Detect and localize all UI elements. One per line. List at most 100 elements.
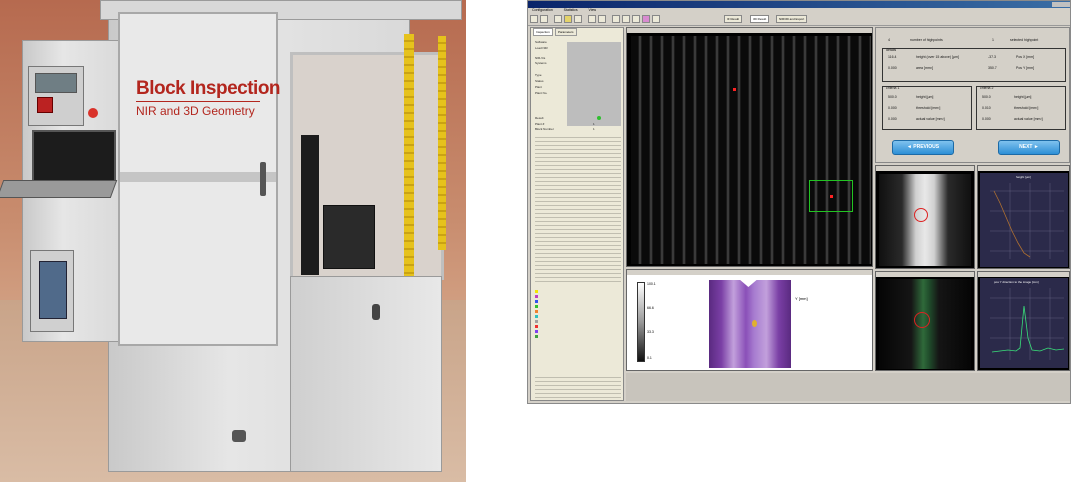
- menu-view[interactable]: View: [589, 8, 597, 12]
- legend-swatch: [535, 310, 538, 313]
- inspection-chamber: [290, 52, 444, 280]
- legend-swatch: [535, 330, 538, 333]
- settings-icon[interactable]: [652, 15, 660, 23]
- details-title: details: [886, 48, 897, 52]
- grid-icon[interactable]: [588, 15, 596, 23]
- result-value: 1: [593, 127, 595, 131]
- height-graph-pane[interactable]: height [µm]: [977, 165, 1070, 269]
- color-icon[interactable]: [642, 15, 650, 23]
- nir-block-image: [709, 280, 791, 368]
- caster-wheel: [232, 430, 246, 442]
- scan-view-header: [627, 28, 872, 33]
- light-curtain-left: [404, 34, 414, 284]
- result-ok-indicator: [597, 116, 601, 120]
- criteria-2-actual-value: 0.000: [982, 117, 991, 121]
- brand-title: Block Inspection: [136, 78, 281, 99]
- criteria-1-title: criteria 1: [886, 86, 900, 90]
- pos-y-graph-header: [978, 272, 1069, 277]
- scan-view-pane[interactable]: [626, 27, 873, 267]
- tab-nir-3d-export[interactable]: NIR/3D and Export: [776, 15, 808, 23]
- pos-y-graph-title: pos Y direction to the image [mm]: [994, 280, 1039, 284]
- legend-swatch: [535, 300, 538, 303]
- legend-swatch: [535, 295, 538, 298]
- selected-highpoint-value[interactable]: 1: [992, 38, 994, 43]
- selected-highpoint-box[interactable]: [809, 180, 853, 212]
- selected-highpoint-label: selected highpoint: [1010, 38, 1039, 42]
- camera-icon[interactable]: [554, 15, 562, 23]
- nir-view-header: [627, 270, 872, 275]
- tab-parameters[interactable]: Parameters: [555, 28, 577, 36]
- pan-icon[interactable]: [632, 15, 640, 23]
- height-graph-header: [978, 166, 1069, 171]
- pos-x-value: -37.3: [988, 55, 996, 59]
- nir-view-pane[interactable]: 100.1 66.6 33.3 0.1 Y [mm]: [626, 269, 873, 371]
- nir-detail-header: [876, 272, 974, 277]
- result-label: Block Number: [535, 127, 554, 131]
- pos-y-label: Pos Y [mm]: [1016, 66, 1034, 70]
- tab-3d-result[interactable]: 3D Result: [750, 15, 770, 23]
- area-label: area [mm²]: [916, 66, 933, 70]
- color-legend: [535, 290, 575, 350]
- window-controls[interactable]: [1052, 2, 1070, 7]
- menu-statistics[interactable]: Statistics: [564, 8, 578, 12]
- tab-inspection[interactable]: Inspection: [533, 28, 553, 36]
- sensor-column: [301, 135, 319, 275]
- colorbar: [637, 282, 645, 362]
- height-graph: [980, 173, 1068, 267]
- test-block: [323, 205, 375, 269]
- colorbar-label-bottom: 0.1: [647, 356, 652, 360]
- detail-zoom-marker: [914, 208, 928, 222]
- status-bar: [626, 373, 1070, 401]
- next-button[interactable]: NEXT ►: [998, 140, 1060, 155]
- height-label: height (over 15 above) [µm]: [916, 55, 959, 59]
- zoom-in-icon[interactable]: [612, 15, 620, 23]
- legend-swatch: [535, 305, 538, 308]
- nir-axis-label: Y [mm]: [795, 296, 808, 301]
- door-handle: [260, 162, 266, 196]
- result-value: 1: [593, 122, 595, 126]
- criteria-2-threshold-value[interactable]: 0.010: [982, 106, 991, 111]
- criteria-1-height-value[interactable]: 500.0: [888, 95, 897, 100]
- door-window-divider: [120, 172, 276, 182]
- pos-y-graph-pane[interactable]: pos Y direction to the image [mm]: [977, 271, 1070, 371]
- zoom-out-icon[interactable]: [622, 15, 630, 23]
- criteria-1-threshold-value[interactable]: 0.000: [888, 106, 897, 111]
- open-icon[interactable]: [530, 15, 538, 23]
- detail-zoom-pane[interactable]: [875, 165, 975, 269]
- nir-defect-marker: [752, 320, 757, 327]
- nir-detail-pane[interactable]: [875, 271, 975, 371]
- layout-icon[interactable]: [598, 15, 606, 23]
- height-value: 116.4: [888, 55, 897, 59]
- side-label: Load NIR: [535, 46, 548, 50]
- result-label: Plant #: [535, 122, 545, 126]
- panel-display: [35, 73, 77, 93]
- side-label: Systems: [535, 61, 547, 65]
- criteria-2-height-value[interactable]: 500.0: [982, 95, 991, 100]
- side-label: NIR-Vis: [535, 56, 546, 60]
- service-opening: [30, 250, 74, 332]
- menu-configuration[interactable]: Configuration: [532, 8, 553, 12]
- pos-x-label: Pos X [mm]: [1016, 55, 1035, 59]
- lock-icon: [372, 304, 380, 320]
- run-icon[interactable]: [564, 15, 572, 23]
- stop-icon[interactable]: [574, 15, 582, 23]
- side-label: Software: [535, 40, 547, 44]
- legend-swatch: [535, 335, 538, 338]
- area-value: 0.000: [888, 66, 897, 70]
- tab-if-result[interactable]: IF Result: [724, 15, 743, 23]
- pneumatic-unit: [39, 261, 67, 319]
- highpoint-info-panel: 4 number of highpoints 1 selected highpo…: [875, 27, 1070, 163]
- details-box: [882, 48, 1066, 82]
- previous-button[interactable]: ◄ PREVIOUS: [892, 140, 954, 155]
- side-label: Plant No.: [535, 91, 548, 95]
- legend-swatch: [535, 325, 538, 328]
- criteria-2-actual-label: actual value [mm²]: [1014, 117, 1043, 121]
- colorbar-label-mid2: 33.3: [647, 330, 654, 334]
- colorbar-label-mid1: 66.6: [647, 306, 654, 310]
- save-icon[interactable]: [540, 15, 548, 23]
- criteria-2-title: criteria 2: [980, 86, 994, 90]
- monitor: [32, 130, 116, 184]
- highpoint-dot: [830, 195, 833, 198]
- criteria-2-height-label: height [µm]: [1014, 95, 1032, 99]
- control-panel: [28, 66, 84, 126]
